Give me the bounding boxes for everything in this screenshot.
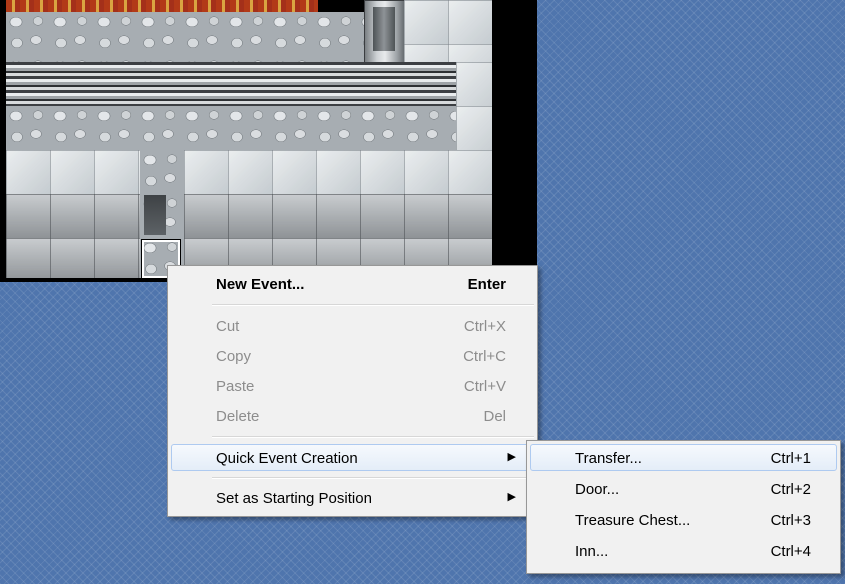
paste-shortcut: Ctrl+V <box>463 378 506 395</box>
paste-label: Paste <box>216 378 255 395</box>
door-label: Door... <box>575 481 620 498</box>
floor-tiles-right-top <box>404 0 492 62</box>
delete-label: Delete <box>216 408 260 425</box>
submenu-arrow-icon: ▶ <box>507 491 516 503</box>
treasure-chest-shortcut: Ctrl+3 <box>770 512 811 529</box>
inn-shortcut: Ctrl+4 <box>770 543 811 560</box>
menu-item-copy[interactable]: Copy Ctrl+C <box>171 342 534 369</box>
floor-tiles-left <box>6 150 140 194</box>
copy-shortcut: Ctrl+C <box>463 348 506 365</box>
menu-item-cut[interactable]: Cut Ctrl+X <box>171 312 534 339</box>
transfer-shortcut: Ctrl+1 <box>770 450 811 467</box>
door-shortcut: Ctrl+2 <box>770 481 811 498</box>
pillar-tile <box>364 0 406 64</box>
menu-separator <box>212 436 534 438</box>
floor-tiles-right <box>184 150 492 194</box>
submenu-item-treasure-chest[interactable]: Treasure Chest... Ctrl+3 <box>530 506 837 533</box>
submenu-item-transfer[interactable]: Transfer... Ctrl+1 <box>530 444 837 471</box>
context-menu: New Event... Enter Cut Ctrl+X Copy Ctrl+… <box>167 265 538 517</box>
map-canvas[interactable] <box>0 0 537 282</box>
cut-shortcut: Ctrl+X <box>463 318 506 335</box>
menu-item-paste[interactable]: Paste Ctrl+V <box>171 372 534 399</box>
floor-tiles-right-mid <box>456 62 492 150</box>
menu-separator <box>212 304 534 306</box>
cobblestone-wall-mid <box>6 106 456 150</box>
quick-event-submenu: Transfer... Ctrl+1 Door... Ctrl+2 Treasu… <box>526 440 841 574</box>
submenu-item-inn[interactable]: Inn... Ctrl+4 <box>530 537 837 564</box>
menu-separator <box>212 477 534 479</box>
wall-tiles-left <box>6 194 140 278</box>
new-event-label: New Event... <box>216 276 305 293</box>
submenu-item-door[interactable]: Door... Ctrl+2 <box>530 475 837 502</box>
menu-item-delete[interactable]: Delete Del <box>171 402 534 429</box>
menu-item-set-starting-position[interactable]: Set as Starting Position ▶ <box>171 484 534 511</box>
shadow-tile <box>144 195 166 235</box>
stair-stripes <box>6 62 456 106</box>
map-editor-background[interactable]: New Event... Enter Cut Ctrl+X Copy Ctrl+… <box>0 0 845 584</box>
copy-label: Copy <box>216 348 252 365</box>
quick-event-creation-label: Quick Event Creation <box>216 450 358 467</box>
menu-item-new-event[interactable]: New Event... Enter <box>171 270 534 297</box>
submenu-arrow-icon: ▶ <box>507 451 516 463</box>
delete-shortcut: Del <box>483 408 506 425</box>
new-event-shortcut: Enter <box>467 276 506 293</box>
menu-item-quick-event-creation[interactable]: Quick Event Creation ▶ <box>171 444 534 471</box>
treasure-chest-label: Treasure Chest... <box>575 512 691 529</box>
transfer-label: Transfer... <box>575 450 642 467</box>
cut-label: Cut <box>216 318 240 335</box>
inn-label: Inn... <box>575 543 609 560</box>
set-starting-position-label: Set as Starting Position <box>216 490 372 507</box>
